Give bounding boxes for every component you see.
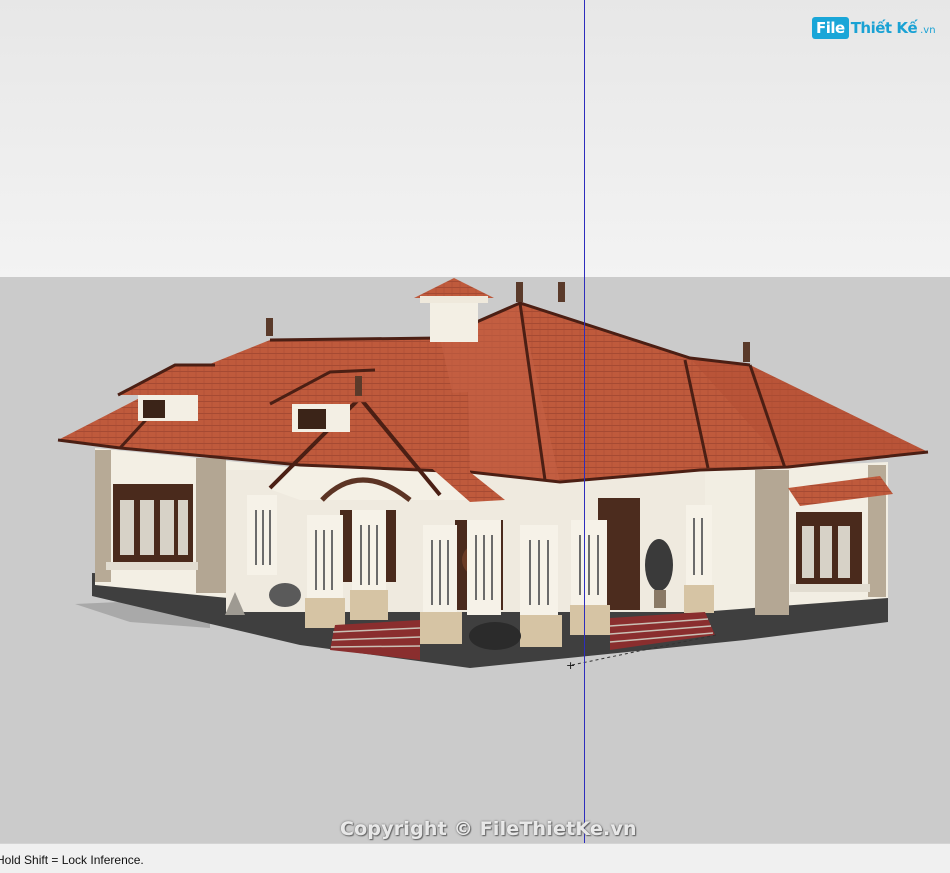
window-pane	[802, 526, 814, 578]
window-pane	[820, 526, 832, 578]
window-pane	[160, 500, 174, 555]
sketchup-window: + File Thiết Kế .vn Copyright © FileThie…	[0, 0, 950, 873]
stone-pillar	[196, 458, 226, 593]
window-sill	[790, 584, 870, 592]
status-text: Hold Shift = Lock Inference.	[0, 853, 144, 867]
house-model[interactable]: +	[0, 0, 950, 843]
status-bar: Hold Shift = Lock Inference.	[0, 843, 950, 873]
window-pane	[140, 500, 154, 555]
logo-domain: .vn	[920, 25, 936, 36]
filethietke-logo: File Thiết Kế .vn	[812, 14, 936, 42]
cursor-crosshair-icon: +	[566, 659, 575, 672]
stone-pillar	[755, 470, 789, 615]
blue-axis-line	[584, 0, 585, 843]
window-sill	[106, 562, 198, 570]
window-pane	[178, 500, 188, 555]
window-pane	[120, 500, 134, 555]
logo-name: Thiết Kế	[850, 19, 918, 37]
logo-file-badge: File	[812, 17, 849, 39]
3d-viewport[interactable]: + File Thiết Kế .vn Copyright © FileThie…	[0, 0, 950, 843]
copyright-watermark: Copyright © FileThietKe.vn	[340, 818, 637, 840]
window-pane	[838, 526, 850, 578]
